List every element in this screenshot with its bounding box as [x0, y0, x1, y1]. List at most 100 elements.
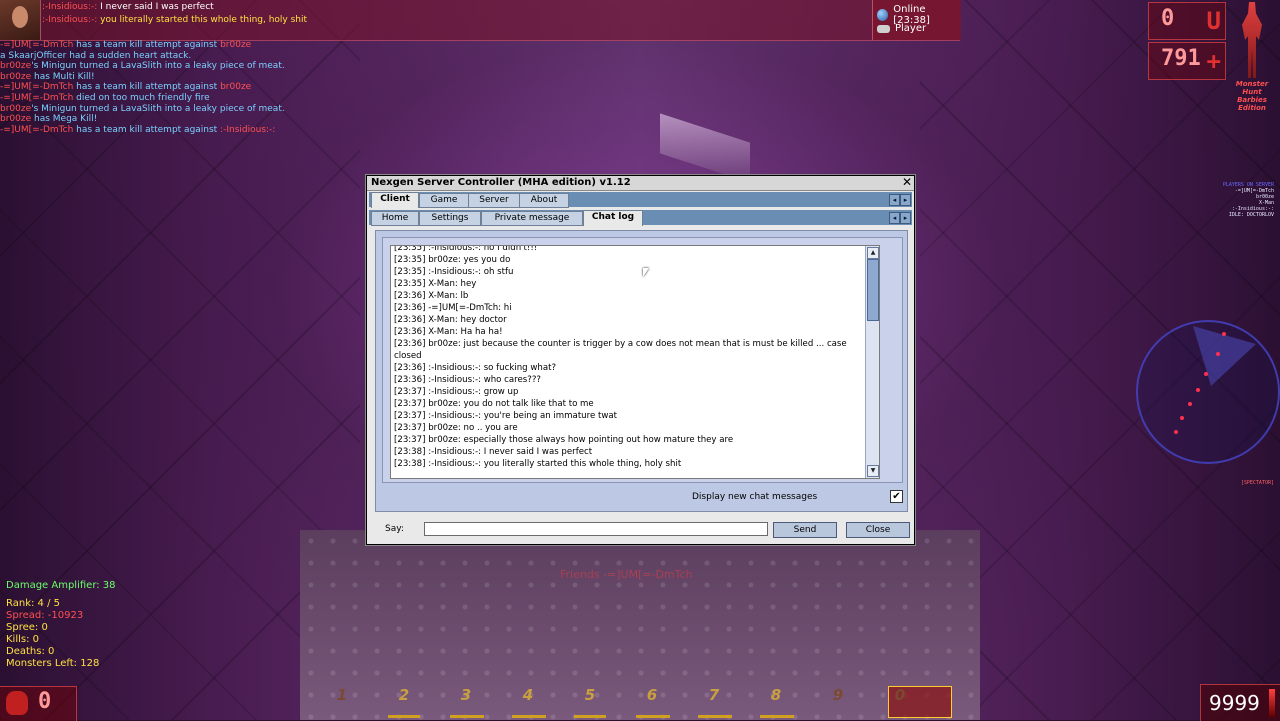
- weapon-ammo-bar: [760, 715, 795, 718]
- stat-line: Rank: 4 / 5: [6, 598, 60, 609]
- weapon-slot-2: 2: [384, 686, 424, 720]
- radar-dot: [1196, 388, 1200, 392]
- armor-value: 0: [38, 689, 52, 714]
- radar-dot: [1204, 372, 1208, 376]
- kill-log-line: br00ze's Minigun turned a LavaSlith into…: [0, 104, 285, 115]
- chat-line: [23:38] :-Insidious:-: I never said I wa…: [394, 447, 593, 457]
- radar-dot: [1188, 402, 1192, 406]
- scroll-down-icon[interactable]: ▼: [867, 465, 879, 477]
- sub-tab-bar: Home Settings Private message Chat log ◂…: [369, 210, 912, 226]
- scroll-left-icon[interactable]: ◂: [889, 194, 900, 206]
- weapon-slot-4: 4: [508, 686, 548, 720]
- tab-client[interactable]: Client: [371, 192, 419, 208]
- weapon-slot-number: 1: [336, 686, 348, 704]
- stat-line: Spree: 0: [6, 622, 48, 633]
- chat-line: [23:37] br00ze: especially those always …: [394, 435, 734, 445]
- radar-dot: [1174, 430, 1178, 434]
- kill-log-fragment: br00ze: [0, 71, 32, 82]
- chat-line: [23:36] -=]UM[=-DmTch: hi: [394, 303, 512, 313]
- weapon-slot-3: 3: [446, 686, 486, 720]
- weapon-slot-6: 6: [632, 686, 672, 720]
- chat-log-box[interactable]: [23:35] :-Insidious:-: no I didn't!!! [23…: [390, 245, 880, 479]
- speaker-portrait: [0, 0, 41, 40]
- kill-log-fragment: has Multi Kill!: [31, 71, 95, 82]
- hud-top-right: 0U 791 +: [1148, 0, 1226, 80]
- kill-log-fragment: br00ze: [220, 40, 252, 50]
- scroll-up-icon[interactable]: ▲: [867, 247, 879, 259]
- weapon-slot-number: 9: [832, 686, 844, 704]
- chat-line: [23:36] :-Insidious:-: so fucking what?: [394, 363, 557, 373]
- kill-log-line: -=]UM[=-DmTch died on too much friendly …: [0, 93, 285, 104]
- radar-sweep: [1193, 326, 1256, 386]
- chat-line: [23:35] br00ze: yes you do: [394, 255, 511, 265]
- weapon-slot-number: 2: [398, 686, 410, 704]
- kill-log-fragment: died on too much friendly fire: [73, 92, 210, 103]
- window-titlebar[interactable]: Nexgen Server Controller (MHA edition) v…: [367, 175, 914, 191]
- weapon-slot-number: 7: [708, 686, 720, 704]
- kill-log-fragment: 's Minigun turned a LavaSlith into a lea…: [31, 61, 285, 72]
- globe-icon: [877, 9, 889, 21]
- display-new-messages-checkbox[interactable]: ✔: [890, 490, 903, 503]
- scroll-right-icon[interactable]: ▸: [900, 212, 911, 224]
- player-label: Player: [895, 23, 927, 34]
- chat-line: [23:37] br00ze: no .. you are: [394, 423, 518, 433]
- spectator-label: [SPECTATOR]: [1240, 480, 1274, 486]
- player-list: PLAYERS ON SERVER -=]UM[=-DmTch br00ze X-Ma…: [1223, 182, 1274, 218]
- mouse-cursor-icon: [643, 268, 649, 277]
- kill-log-fragment: -=]UM[=-DmTch: [0, 40, 74, 50]
- tab-game[interactable]: Game: [419, 193, 469, 208]
- weapon-ammo-bar: [636, 715, 671, 718]
- weapon-slot-8: 8: [756, 686, 796, 720]
- say-label: Say:: [385, 524, 404, 534]
- top-message: :-Insidious:-: you literally started thi…: [42, 15, 307, 25]
- kill-log-line: br00ze has Multi Kill!: [0, 72, 285, 83]
- send-button[interactable]: Send: [773, 522, 837, 538]
- kill-log-line: a SkaarjOfficer had a sudden heart attac…: [0, 51, 285, 62]
- ammo-value: 9999: [1209, 691, 1260, 715]
- scroll-left-icon[interactable]: ◂: [889, 212, 900, 224]
- stat-line: Monsters Left: 128: [6, 658, 100, 669]
- tab-about[interactable]: About: [519, 193, 569, 208]
- chat-scrollbar[interactable]: ▲ ▼: [865, 246, 879, 478]
- weapon-ammo-bar: [698, 715, 733, 718]
- chat-line: [23:36] :-Insidious:-: who cares???: [394, 375, 541, 385]
- window-title: Nexgen Server Controller (MHA edition) v…: [371, 177, 631, 188]
- kill-log-fragment: has Mega Kill!: [31, 114, 98, 125]
- stat-line: Kills: 0: [6, 634, 40, 645]
- kill-log-fragment: :-Insidious:-:: [220, 124, 276, 135]
- chat-line: [23:36] X-Man: hey doctor: [394, 315, 507, 325]
- chat-line: [23:35] X-Man: hey: [394, 279, 477, 289]
- kill-log-fragment: -=]UM[=-DmTch: [0, 82, 74, 93]
- chat-line: [23:35] :-Insidious:-: oh stfu: [394, 267, 514, 277]
- display-new-messages-label: Display new chat messages: [692, 492, 818, 502]
- chat-line: [23:36] X-Man: lb: [394, 291, 469, 301]
- radar-dot: [1216, 352, 1220, 356]
- chat-line: [23:37] :-Insidious:-: grow up: [394, 387, 519, 397]
- weapon-ammo-bar: [512, 715, 547, 718]
- kill-log-fragment: br00ze: [0, 61, 32, 72]
- scroll-thumb[interactable]: [867, 259, 879, 321]
- armor-skull-icon: [6, 691, 28, 715]
- weapon-slot-0: 0: [880, 686, 920, 720]
- tab-settings[interactable]: Settings: [419, 211, 481, 226]
- u-icon: U: [1206, 7, 1221, 35]
- radar-dot: [1222, 332, 1226, 336]
- tab-server[interactable]: Server: [468, 193, 520, 208]
- tab-private-message[interactable]: Private message: [481, 211, 583, 226]
- chat-log-panel: [23:35] :-Insidious:-: no I didn't!!! [23…: [375, 230, 908, 512]
- server-status-panel: Online [23:38] Player: [872, 0, 961, 40]
- kill-log-fragment: has a team kill attempt against: [73, 124, 221, 135]
- say-input[interactable]: [424, 522, 768, 536]
- weapon-slot-5: 5: [570, 686, 610, 720]
- close-icon[interactable]: ✕: [902, 175, 912, 189]
- player-figure-icon: [1232, 2, 1272, 82]
- kill-message-log: -=]UM[=-DmTch has a team kill attempt ag…: [0, 40, 285, 135]
- scroll-right-icon[interactable]: ▸: [900, 194, 911, 206]
- chat-line: [23:36] X-Man: Ha ha ha!: [394, 327, 503, 337]
- tab-chat-log[interactable]: Chat log: [583, 210, 643, 226]
- close-button[interactable]: Close: [846, 522, 910, 538]
- health-counter: 791 +: [1148, 42, 1226, 80]
- kill-log-line: -=]UM[=-DmTch has a team kill attempt ag…: [0, 125, 285, 136]
- hud-bottom-left: 0: [0, 686, 77, 721]
- tab-home[interactable]: Home: [371, 211, 419, 226]
